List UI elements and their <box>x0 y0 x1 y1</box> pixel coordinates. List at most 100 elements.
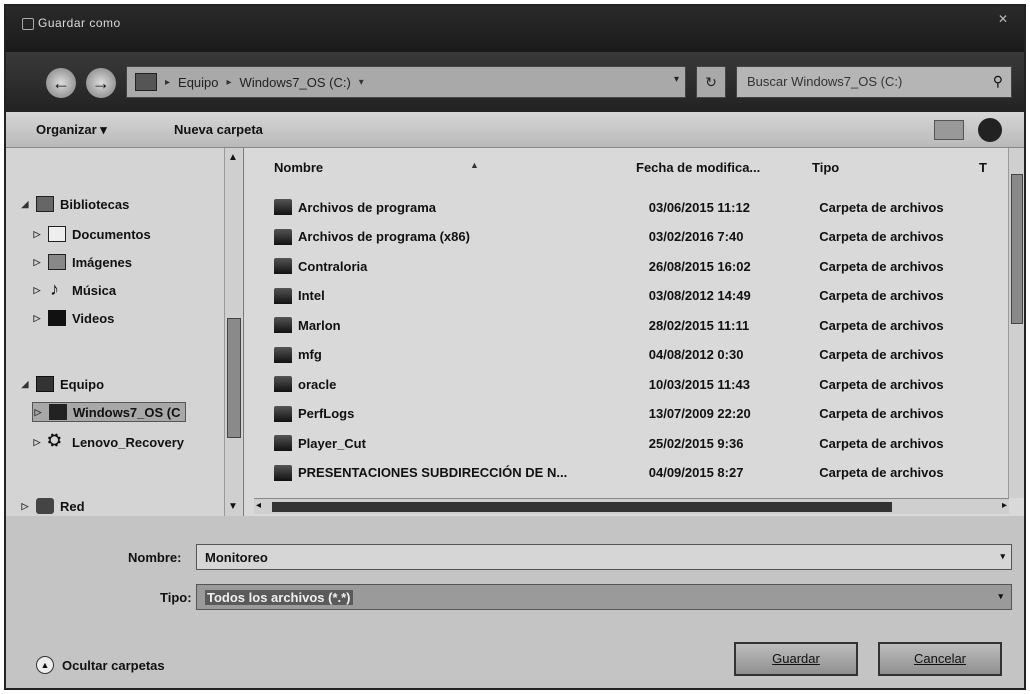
new-folder-button[interactable]: Nueva carpeta <box>174 122 263 137</box>
file-date-cell: 04/08/2012 0:30 <box>648 347 744 362</box>
hide-folders-button[interactable]: ▲ Ocultar carpetas <box>36 656 165 674</box>
file-date-cell: 26/08/2015 16:02 <box>648 258 751 274</box>
folder-icon <box>274 228 292 245</box>
sidebar-item-label: Windows7_OS (C <box>73 404 181 420</box>
file-type-cell: Carpeta de archivos <box>819 406 944 421</box>
expand-arrow-icon[interactable]: ▷ <box>32 285 42 296</box>
help-icon[interactable] <box>978 118 1002 142</box>
chevron-down-icon[interactable]: ▾ <box>1000 551 1005 562</box>
column-header-truncated[interactable]: T <box>979 160 987 175</box>
sidebar-item-imagenes[interactable]: ▷ Imágenes <box>32 252 132 272</box>
sidebar-item-lenovo-recovery[interactable]: ▷ Lenovo_Recovery <box>32 432 184 452</box>
sidebar-item-videos[interactable]: ▷ Videos <box>32 308 114 328</box>
computer-icon <box>135 73 157 91</box>
breadcrumb-drive[interactable]: Windows7_OS (C:) <box>240 75 351 90</box>
file-type-cell: Carpeta de archivos <box>819 347 944 362</box>
file-list-horizontal-scrollbar[interactable]: ◂ ▸ <box>254 498 1009 514</box>
file-type-cell: Carpeta de archivos <box>819 435 944 451</box>
expand-arrow-icon[interactable]: ◢ <box>20 379 30 390</box>
save-button[interactable]: Guardar <box>734 642 858 676</box>
documents-icon <box>48 226 66 242</box>
navigation-scrollbar[interactable]: ▲ ▼ <box>224 148 242 516</box>
file-name-field[interactable]: Monitoreo ▾ <box>196 544 1012 570</box>
navigation-bar: ← → ▸ Equipo ▸ Windows7_OS (C:) ▾ ▾ ↻ Bu… <box>6 52 1024 112</box>
expand-arrow-icon[interactable]: ▷ <box>33 407 43 418</box>
column-header-name[interactable]: Nombre ▲ <box>274 160 479 175</box>
expand-arrow-icon[interactable]: ▷ <box>32 229 42 240</box>
column-header-type[interactable]: Tipo <box>812 160 839 175</box>
back-button[interactable]: ← <box>46 68 76 98</box>
table-row[interactable]: Intel 03/08/2012 14:49 Carpeta de archivos <box>274 283 984 309</box>
file-type-value: Todos los archivos (*.*) <box>205 590 353 605</box>
sidebar-item-documentos[interactable]: ▷ Documentos <box>32 224 151 244</box>
search-input[interactable]: Buscar Windows7_OS (C:) ⚲ <box>736 66 1012 98</box>
file-type-select[interactable]: Todos los archivos (*.*) ▾ <box>196 584 1012 610</box>
file-name-cell: oracle <box>298 376 337 392</box>
chevron-down-icon[interactable]: ▾ <box>359 77 364 88</box>
table-row[interactable]: PRESENTACIONES SUBDIRECCIÓN DE N... 04/09… <box>274 460 984 486</box>
refresh-button[interactable]: ↻ <box>696 66 726 98</box>
forward-button[interactable]: → <box>86 68 116 98</box>
organize-button[interactable]: Organizar ▾ <box>36 122 107 138</box>
scrollbar-thumb[interactable] <box>272 502 892 512</box>
file-name-cell: Marlon <box>298 317 341 333</box>
breadcrumb-equipo[interactable]: Equipo <box>178 75 218 90</box>
sidebar-item-label: Imágenes <box>72 254 132 270</box>
table-row[interactable]: PerfLogs 13/07/2009 22:20 Carpeta de archi… <box>274 401 984 427</box>
expand-arrow-icon[interactable]: ▷ <box>32 437 42 448</box>
file-type-cell: Carpeta de archivos <box>819 199 944 215</box>
address-dropdown-icon[interactable]: ▾ <box>674 74 679 85</box>
scroll-right-icon[interactable]: ▸ <box>1002 500 1007 511</box>
search-icon[interactable]: ⚲ <box>993 73 1003 90</box>
sidebar-item-musica[interactable]: ▷ Música <box>32 279 117 300</box>
sidebar-item-windows7-os[interactable]: ▷ Windows7_OS (C <box>32 402 186 422</box>
computer-icon <box>36 376 54 392</box>
file-type-label: Tipo: <box>160 590 192 605</box>
scroll-down-icon[interactable]: ▼ <box>228 501 238 512</box>
file-name-cell: PRESENTACIONES SUBDIRECCIÓN DE N... <box>298 465 568 480</box>
navigation-pane: ◢ Bibliotecas ▷ Documentos ▷ Imágenes ▷ … <box>6 148 244 516</box>
pictures-icon <box>48 254 66 270</box>
column-header-date[interactable]: Fecha de modifica... <box>636 160 760 175</box>
scrollbar-thumb[interactable] <box>1011 174 1023 324</box>
change-view-icon[interactable] <box>934 120 964 140</box>
expand-arrow-icon[interactable]: ▷ <box>20 501 30 512</box>
file-list-vertical-scrollbar[interactable] <box>1008 148 1024 498</box>
table-row[interactable]: Contraloria 26/08/2015 16:02 Carpeta de ar… <box>274 253 984 279</box>
address-bar[interactable]: ▸ Equipo ▸ Windows7_OS (C:) ▾ ▾ <box>126 66 686 98</box>
search-placeholder: Buscar Windows7_OS (C:) <box>747 74 903 89</box>
expand-arrow-icon[interactable]: ▷ <box>32 313 42 324</box>
file-type-cell: Carpeta de archivos <box>819 465 944 480</box>
chevron-down-icon[interactable]: ▾ <box>996 591 1005 602</box>
scroll-left-icon[interactable]: ◂ <box>256 500 261 511</box>
folder-icon <box>274 258 292 274</box>
file-name-cell: Archivos de programa (x86) <box>298 229 470 244</box>
table-row[interactable]: oracle 10/03/2015 11:43 Carpeta de archivo… <box>274 371 984 397</box>
sidebar-item-equipo[interactable]: ◢ Equipo <box>20 374 104 394</box>
scrollbar-thumb[interactable] <box>227 318 241 438</box>
library-icon <box>36 196 54 212</box>
sidebar-item-bibliotecas[interactable]: ◢ Bibliotecas <box>20 194 129 214</box>
table-row[interactable]: Archivos de programa 03/06/2015 11:12 Carp… <box>274 194 984 220</box>
window-title: Guardar como <box>38 16 121 30</box>
scroll-up-icon[interactable]: ▲ <box>228 152 238 163</box>
table-row[interactable]: mfg 04/08/2012 0:30 Carpeta de archivos <box>274 342 984 368</box>
chevron-up-icon: ▲ <box>36 656 54 674</box>
table-row[interactable]: Player_Cut 25/02/2015 9:36 Carpeta de arch… <box>274 430 984 456</box>
table-row[interactable]: Marlon 28/02/2015 11:11 Carpeta de archivo… <box>274 312 984 338</box>
file-name-label: Nombre: <box>128 550 182 565</box>
sidebar-item-label: Lenovo_Recovery <box>72 434 184 450</box>
save-form: Nombre: Monitoreo ▾ Tipo: Todos los arch… <box>6 516 1024 688</box>
sidebar-item-red[interactable]: ▷ Red <box>20 496 85 516</box>
file-name-cell: Intel <box>298 288 325 303</box>
cancel-button[interactable]: Cancelar <box>878 642 1002 676</box>
sidebar-item-label: Documentos <box>72 226 151 242</box>
close-icon[interactable]: ✕ <box>992 12 1014 26</box>
file-date-cell: 03/08/2012 14:49 <box>648 288 751 303</box>
expand-arrow-icon[interactable]: ◢ <box>20 199 30 210</box>
sort-ascending-icon: ▲ <box>470 160 479 170</box>
file-name-cell: Contraloria <box>298 258 368 274</box>
table-row[interactable]: Archivos de programa (x86) 03/02/2016 7:4… <box>274 224 984 250</box>
expand-arrow-icon[interactable]: ▷ <box>32 257 42 268</box>
file-name-cell: Archivos de programa <box>298 199 436 215</box>
